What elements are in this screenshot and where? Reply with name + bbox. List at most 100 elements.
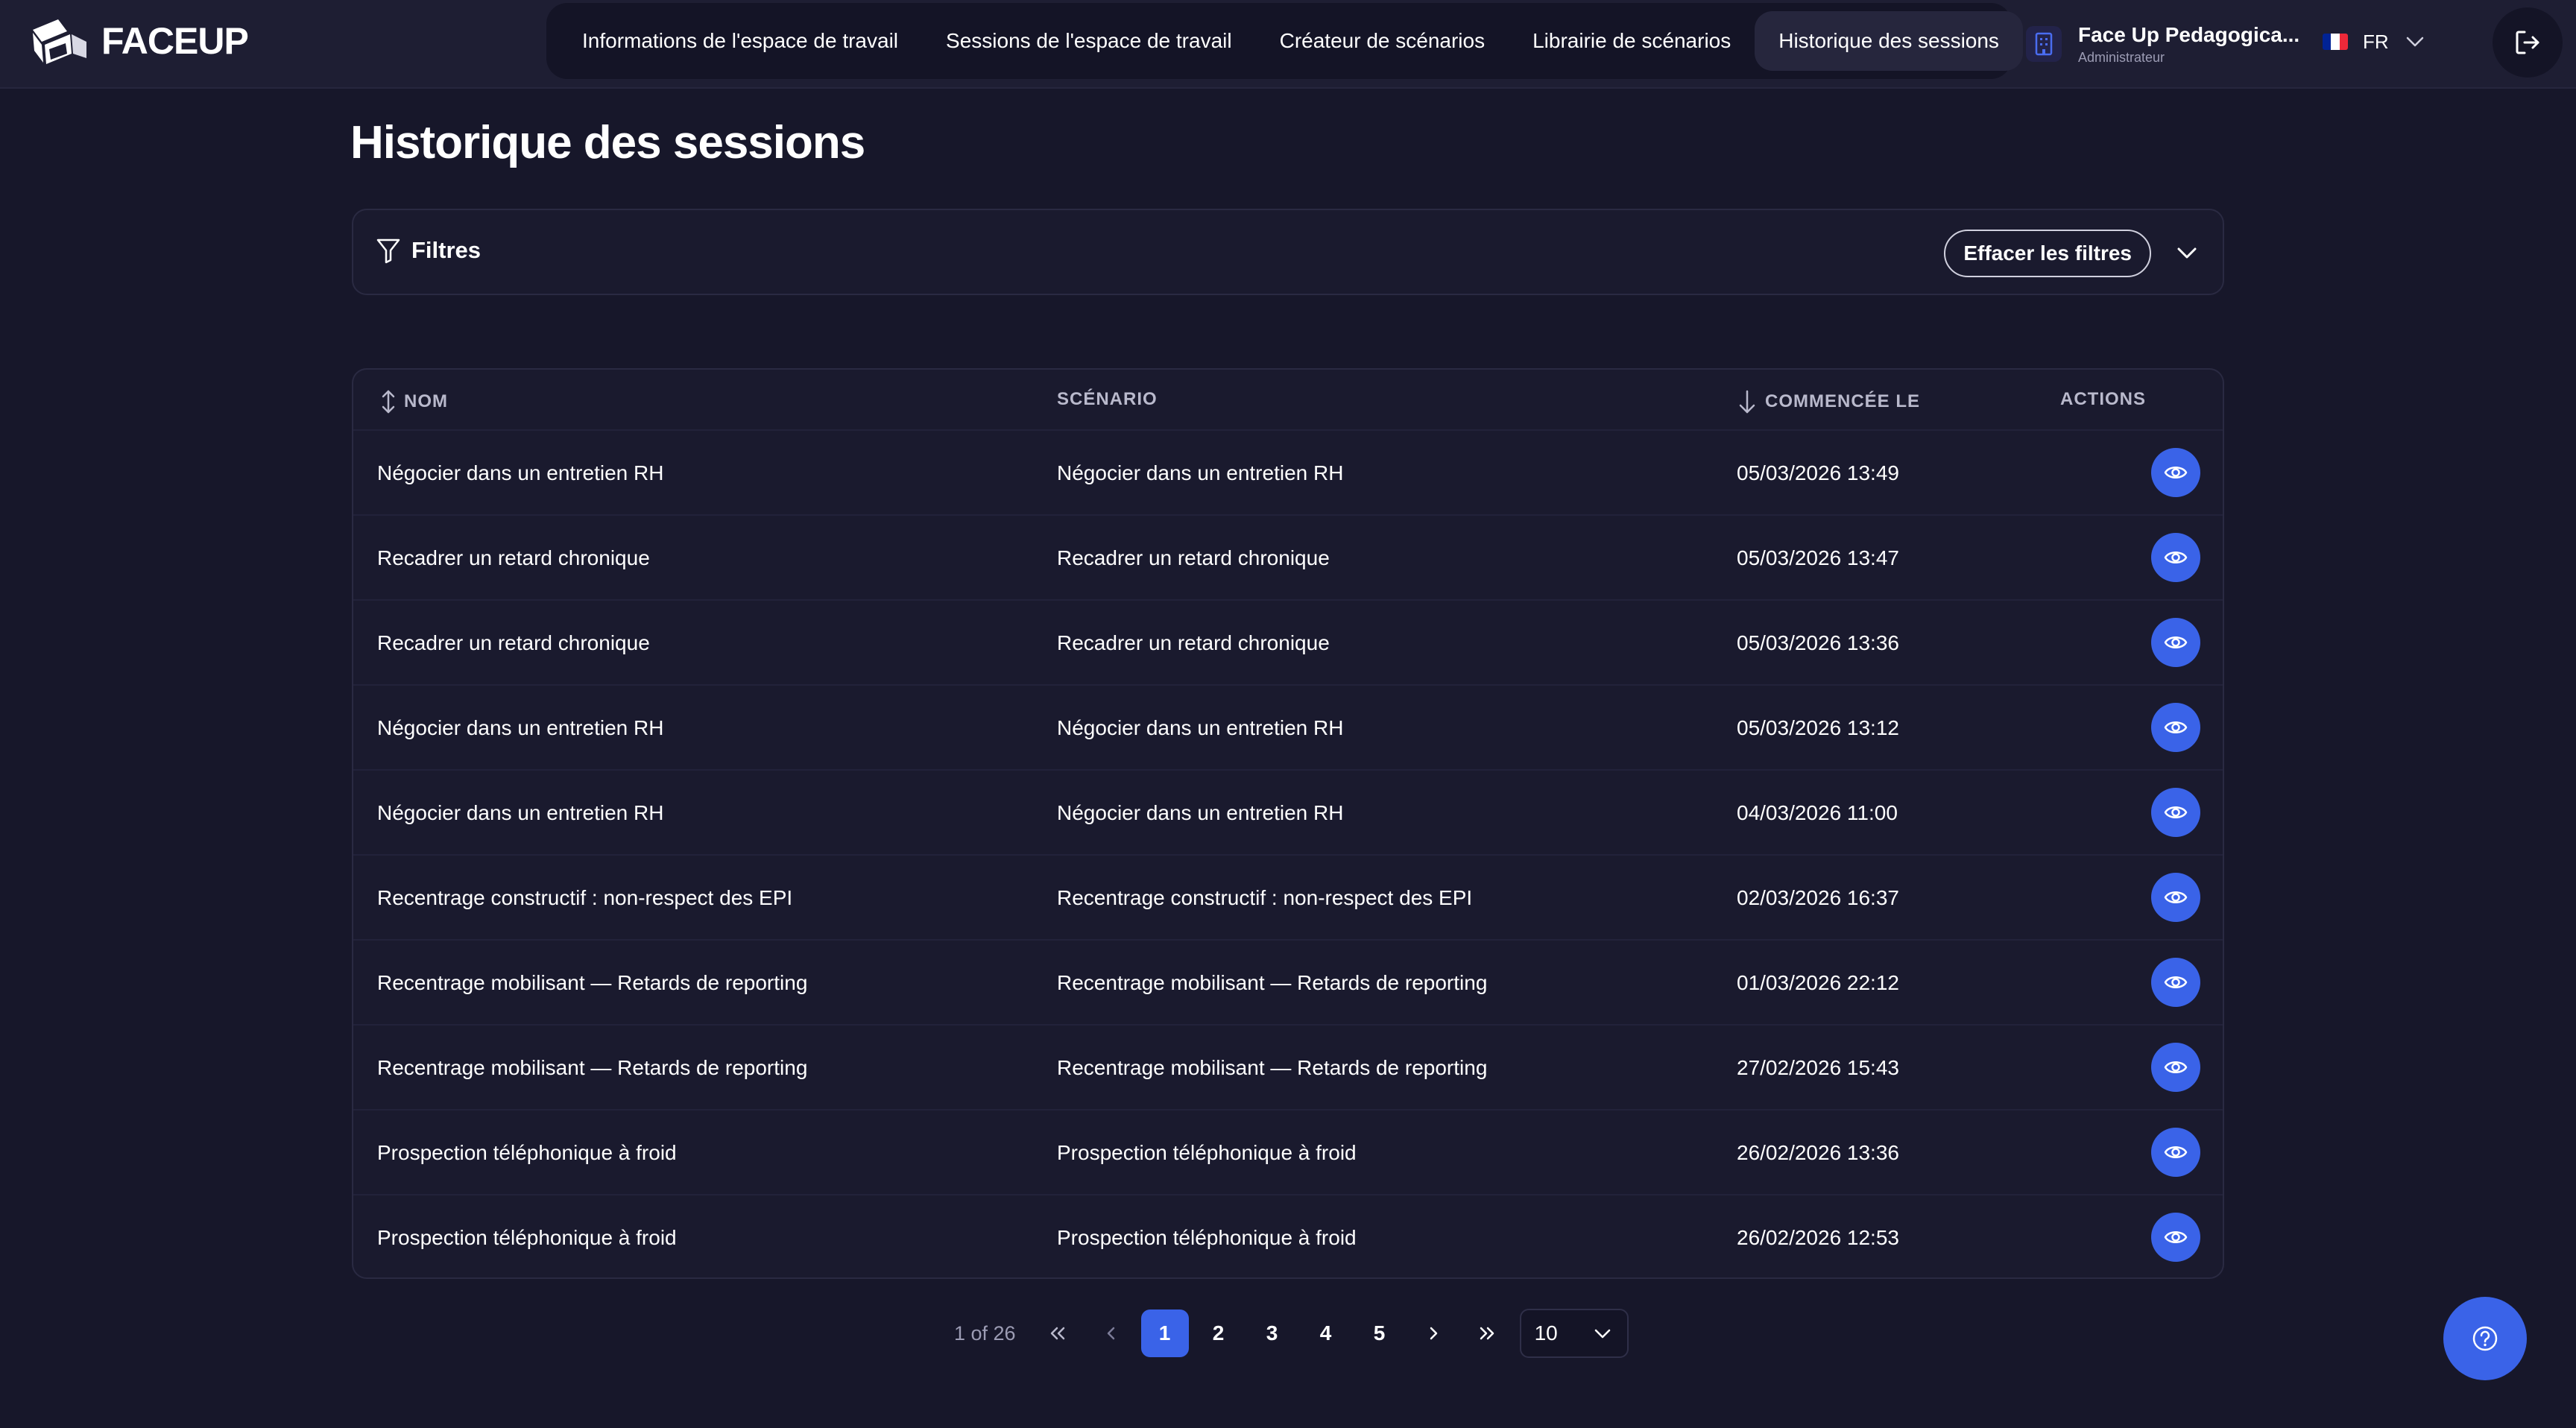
cell-started-at: 01/03/2026 22:12 xyxy=(1737,971,1899,994)
table-row: Recentrage mobilisant — Retards de repor… xyxy=(353,1024,2223,1109)
cell-scenario: Prospection téléphonique à froid xyxy=(1057,1226,1357,1249)
cell-session-name: Négocier dans un entretien RH xyxy=(377,461,664,484)
view-session-button[interactable] xyxy=(2151,958,2200,1007)
view-session-button[interactable] xyxy=(2151,1043,2200,1092)
view-session-button[interactable] xyxy=(2151,873,2200,922)
pagination: 1 of 26 1 2 3 4 5 10 xyxy=(954,1309,1629,1358)
column-label-actions: ACTIONS xyxy=(2060,389,2146,409)
view-session-button[interactable] xyxy=(2151,618,2200,667)
view-session-button[interactable] xyxy=(2151,448,2200,497)
filters-label: Filtres xyxy=(411,237,482,263)
page-button-2[interactable]: 2 xyxy=(1195,1309,1243,1357)
cell-started-at: 05/03/2026 13:12 xyxy=(1737,716,1899,739)
main-nav: Informations de l'espace de travail Sess… xyxy=(546,3,2023,79)
language-code: FR xyxy=(2363,30,2389,53)
nav-item-workspace-sessions[interactable]: Sessions de l'espace de travail xyxy=(922,11,1256,71)
filters-header[interactable]: Filtres xyxy=(376,237,481,264)
cell-session-name: Négocier dans un entretien RH xyxy=(377,801,664,824)
filter-icon xyxy=(376,238,400,264)
eye-icon xyxy=(2164,552,2188,563)
table-row: Recentrage mobilisant — Retards de repor… xyxy=(353,939,2223,1024)
table-header: NOM SCÉNARIO COMMENCÉE LE ACTIONS xyxy=(353,370,2223,429)
filters-toggle-chevron-icon[interactable] xyxy=(2174,240,2200,267)
last-page-button[interactable] xyxy=(1463,1309,1511,1357)
cell-session-name: Recentrage mobilisant — Retards de repor… xyxy=(377,971,808,994)
cell-scenario: Recentrage constructif : non-respect des… xyxy=(1057,886,1473,909)
table-row: Négocier dans un entretien RH Négocier da… xyxy=(353,769,2223,854)
page-button-5[interactable]: 5 xyxy=(1356,1309,1404,1357)
nav-item-scenario-creator[interactable]: Créateur de scénarios xyxy=(1256,11,1509,71)
table-row: Négocier dans un entretien RH Négocier da… xyxy=(353,429,2223,514)
view-session-button[interactable] xyxy=(2151,1128,2200,1177)
cell-started-at: 02/03/2026 16:37 xyxy=(1737,886,1899,909)
cell-started-at: 05/03/2026 13:49 xyxy=(1737,461,1899,484)
clear-filters-button[interactable]: Effacer les filtres xyxy=(1944,230,2151,277)
column-header-actions: ACTIONS xyxy=(2060,389,2146,410)
chevron-right-icon xyxy=(1430,1327,1437,1340)
column-header-started[interactable]: COMMENCÉE LE xyxy=(1737,389,1920,414)
nav-item-scenario-library[interactable]: Librairie de scénarios xyxy=(1509,11,1755,71)
cell-started-at: 05/03/2026 13:36 xyxy=(1737,631,1899,654)
view-session-button[interactable] xyxy=(2151,1213,2200,1262)
view-session-button[interactable] xyxy=(2151,533,2200,582)
eye-icon xyxy=(2164,976,2188,988)
language-selector[interactable]: FR xyxy=(2323,27,2426,57)
cell-session-name: Recentrage mobilisant — Retards de repor… xyxy=(377,1056,808,1079)
table-row: Prospection téléphonique à froid Prospect… xyxy=(353,1109,2223,1194)
page-title: Historique des sessions xyxy=(350,117,865,168)
eye-icon xyxy=(2164,806,2188,818)
cell-session-name: Prospection téléphonique à froid xyxy=(377,1226,677,1249)
france-flag-icon xyxy=(2323,34,2348,50)
eye-icon xyxy=(2164,721,2188,733)
eye-icon xyxy=(2164,1061,2188,1073)
eye-icon xyxy=(2164,467,2188,478)
filters-panel: Filtres Effacer les filtres xyxy=(352,209,2224,295)
cell-started-at: 05/03/2026 13:47 xyxy=(1737,546,1899,569)
building-icon xyxy=(2026,26,2062,62)
nav-item-workspace-info[interactable]: Informations de l'espace de travail xyxy=(558,11,922,71)
double-chevron-left-icon xyxy=(1050,1327,1064,1340)
sessions-table: NOM SCÉNARIO COMMENCÉE LE ACTIONS Négoci… xyxy=(352,368,2224,1279)
nav-item-session-history[interactable]: Historique des sessions xyxy=(1755,11,2023,71)
table-row: Prospection téléphonique à froid Prospect… xyxy=(353,1194,2223,1277)
eye-icon xyxy=(2164,1231,2188,1243)
table-row: Négocier dans un entretien RH Négocier da… xyxy=(353,684,2223,769)
help-question-icon xyxy=(2472,1326,2498,1351)
cell-started-at: 04/03/2026 11:00 xyxy=(1737,801,1898,824)
page-button-4[interactable]: 4 xyxy=(1302,1309,1350,1357)
cell-session-name: Recentrage constructif : non-respect des… xyxy=(377,886,793,909)
cell-scenario: Négocier dans un entretien RH xyxy=(1057,716,1344,739)
help-button[interactable] xyxy=(2443,1297,2527,1380)
double-chevron-right-icon xyxy=(1480,1327,1494,1340)
next-page-button[interactable] xyxy=(1409,1309,1457,1357)
top-bar: FACEUP Informations de l'espace de trava… xyxy=(0,0,2576,89)
pagination-info: 1 of 26 xyxy=(954,1321,1016,1345)
table-row: Recentrage constructif : non-respect des… xyxy=(353,854,2223,939)
cell-scenario: Recentrage mobilisant — Retards de repor… xyxy=(1057,971,1488,994)
view-session-button[interactable] xyxy=(2151,788,2200,837)
sort-descending-icon xyxy=(1739,390,1755,414)
chevron-down-icon xyxy=(1594,1329,1610,1339)
faceup-logo-icon xyxy=(33,19,86,64)
workspace-selector[interactable]: Face Up Pedagogica... Administrateur xyxy=(2026,16,2299,72)
cell-session-name: Recadrer un retard chronique xyxy=(377,546,650,569)
view-session-button[interactable] xyxy=(2151,703,2200,752)
table-row: Recadrer un retard chronique Recadrer un … xyxy=(353,599,2223,684)
first-page-button[interactable] xyxy=(1034,1309,1082,1357)
page-button-1[interactable]: 1 xyxy=(1140,1309,1189,1357)
brand-logo[interactable]: FACEUP xyxy=(28,15,249,67)
column-header-name[interactable]: NOM xyxy=(380,389,448,414)
brand-name: FACEUP xyxy=(101,20,249,62)
cell-started-at: 26/02/2026 12:53 xyxy=(1737,1226,1899,1249)
page-size-value: 10 xyxy=(1534,1321,1558,1345)
logout-button[interactable] xyxy=(2493,7,2563,78)
eye-icon xyxy=(2164,1146,2188,1158)
page-button-3[interactable]: 3 xyxy=(1248,1309,1296,1357)
chevron-left-icon xyxy=(1107,1327,1114,1340)
page-size-select[interactable]: 10 xyxy=(1519,1309,1629,1358)
previous-page-button[interactable] xyxy=(1087,1309,1135,1357)
cell-scenario: Négocier dans un entretien RH xyxy=(1057,801,1344,824)
cell-scenario: Recentrage mobilisant — Retards de repor… xyxy=(1057,1056,1488,1079)
cell-scenario: Recadrer un retard chronique xyxy=(1057,631,1330,654)
cell-scenario: Prospection téléphonique à froid xyxy=(1057,1141,1357,1164)
